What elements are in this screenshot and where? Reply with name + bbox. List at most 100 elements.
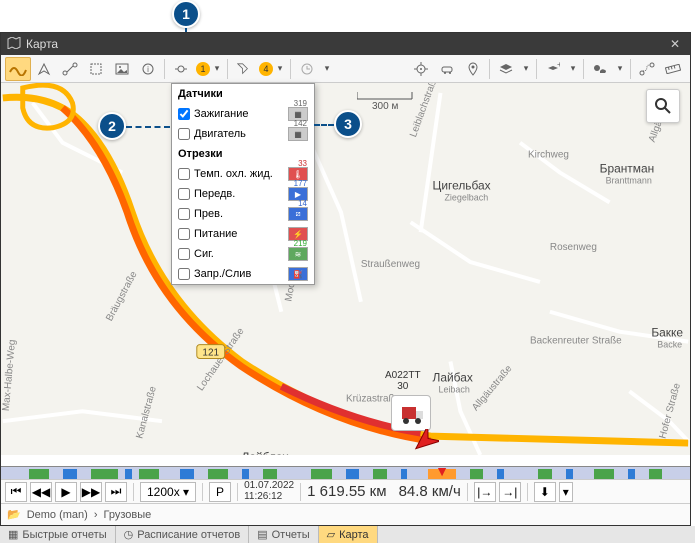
power-checkbox[interactable]	[178, 228, 190, 240]
ruler-button[interactable]	[660, 57, 686, 81]
callout-1: 1	[172, 0, 200, 28]
toolbar: i 1 ▾ 4 ▾ ▾ ▾ + ▾ ▾	[1, 55, 690, 83]
engine-checkbox[interactable]	[178, 128, 190, 140]
over-badge-icon: 14⧄	[288, 207, 308, 221]
nodes-button[interactable]	[57, 57, 83, 81]
direction-arrow-icon	[411, 429, 439, 455]
svg-text:+: +	[557, 62, 560, 69]
history-button[interactable]	[294, 57, 320, 81]
svg-text:Ziegelbach: Ziegelbach	[444, 192, 488, 202]
sensors-button[interactable]	[168, 57, 194, 81]
dropdown-item-fuel[interactable]: Запр./Слив ⛽	[172, 264, 314, 284]
play-button[interactable]: ▶	[55, 482, 77, 502]
direction-button[interactable]	[31, 57, 57, 81]
ignition-label: Зажигание	[194, 108, 249, 120]
map-canvas[interactable]: Straußenweg Rosenweg Kirchweg Backenreut…	[1, 83, 690, 455]
callout-3-line	[314, 124, 334, 126]
tab-quick-reports[interactable]: ▦Быстрые отчеты	[0, 526, 116, 543]
engine-label: Двигатель	[194, 128, 246, 140]
download-button[interactable]: ⬇	[534, 482, 556, 502]
layers-plus-button[interactable]: +	[540, 57, 566, 81]
skip-end-button[interactable]: ⏭	[105, 482, 127, 502]
skip-start-button[interactable]: ⏮	[5, 482, 27, 502]
playback-distance: 1 619.55 км	[307, 483, 386, 500]
coolant-label: Темп. охл. жид.	[194, 168, 273, 180]
callout-2: 2	[98, 112, 126, 140]
tags-badge: 4	[259, 62, 273, 76]
history-dropdown-arrow[interactable]: ▾	[320, 57, 334, 81]
signal-checkbox[interactable]	[178, 248, 190, 260]
dropdown-item-signal[interactable]: Сиг. 219≋	[172, 244, 314, 264]
close-button[interactable]: ✕	[670, 37, 684, 51]
svg-text:Rosenweg: Rosenweg	[550, 242, 597, 253]
over-checkbox[interactable]	[178, 208, 190, 220]
weather-button[interactable]	[587, 57, 613, 81]
park-button[interactable]: P	[209, 482, 231, 502]
callout-3: 3	[334, 110, 362, 138]
titlebar: Карта ✕	[1, 33, 690, 55]
breadcrumb-lvl1[interactable]: Demo (man)	[27, 509, 88, 521]
ignition-checkbox[interactable]	[178, 108, 190, 120]
svg-text:i: i	[147, 65, 149, 74]
report-icon: ▦	[8, 528, 18, 541]
doc-icon: ▤	[257, 528, 267, 541]
route-button[interactable]	[634, 57, 660, 81]
breadcrumb-lvl2[interactable]: Грузовые	[104, 509, 152, 521]
svg-text:Бакке: Бакке	[651, 326, 683, 340]
fuel-checkbox[interactable]	[178, 268, 190, 280]
target-button[interactable]	[408, 57, 434, 81]
sensors-dropdown-panel: Датчики Зажигание 319▦ Двигатель 142▦ От…	[171, 83, 315, 285]
coolant-checkbox[interactable]	[178, 168, 190, 180]
playback-speed-value: 84.8 км/ч	[399, 483, 461, 500]
callout-2-line	[126, 126, 170, 128]
dropdown-section-segments: Отрезки	[172, 144, 314, 164]
svg-text:Kirchweg: Kirchweg	[528, 150, 569, 161]
dropdown-item-move[interactable]: Передв. 177▶	[172, 184, 314, 204]
track-shape-button[interactable]	[5, 57, 31, 81]
tab-reports[interactable]: ▤Отчеты	[249, 526, 318, 543]
tab-report-schedule[interactable]: ◷Расписание отчетов	[116, 526, 250, 543]
layers-dropdown-arrow[interactable]: ▾	[519, 57, 533, 81]
engine-badge-icon: 142▦	[288, 127, 308, 141]
bounds-button[interactable]	[83, 57, 109, 81]
speed-select[interactable]: 1200x ▾	[140, 482, 196, 502]
pin-button[interactable]	[460, 57, 486, 81]
vehicle-marker[interactable]	[391, 395, 431, 431]
fuel-badge-icon: ⛽	[288, 267, 308, 281]
map-tab-icon: ▱	[327, 528, 335, 541]
tab-map[interactable]: ▱Карта	[319, 526, 378, 543]
svg-text:Kanalstraße: Kanalstraße	[134, 385, 159, 440]
scale-indicator: 300 м	[357, 89, 417, 106]
svg-text:Allgäustraße: Allgäustraße	[470, 363, 515, 413]
layers-plus-dropdown-arrow[interactable]: ▾	[566, 57, 580, 81]
tags-button[interactable]	[231, 57, 257, 81]
forward-button[interactable]: ▶▶	[80, 482, 102, 502]
info-button[interactable]: i	[135, 57, 161, 81]
sensors-dropdown-arrow[interactable]: ▾	[210, 57, 224, 81]
search-button[interactable]	[646, 89, 680, 123]
layers-button[interactable]	[493, 57, 519, 81]
svg-text:Straußenweg: Straußenweg	[361, 259, 420, 270]
svg-text:Лайбах: Лайбах	[433, 370, 473, 384]
svg-text:Max-Halbe-Weg: Max-Halbe-Weg	[1, 339, 18, 411]
map-svg: Straußenweg Rosenweg Kirchweg Backenreut…	[1, 83, 690, 455]
svg-text:Leibach: Leibach	[439, 384, 470, 394]
svg-text:Цигельбах: Цигельбах	[433, 178, 491, 192]
signal-badge-icon: 219≋	[288, 247, 308, 261]
move-label: Передв.	[194, 188, 235, 200]
tags-dropdown-arrow[interactable]: ▾	[273, 57, 287, 81]
dropdown-item-engine[interactable]: Двигатель 142▦	[172, 124, 314, 144]
vehicle-label: А022ТТ 30	[385, 370, 421, 392]
jump-next-button[interactable]: |→	[474, 482, 496, 502]
download-dropdown-arrow[interactable]: ▾	[559, 482, 573, 502]
dropdown-item-over[interactable]: Прев. 14⧄	[172, 204, 314, 224]
move-checkbox[interactable]	[178, 188, 190, 200]
timeline[interactable]: ▼	[1, 466, 690, 480]
image-button[interactable]	[109, 57, 135, 81]
svg-text:121: 121	[202, 348, 219, 359]
rewind-button[interactable]: ◀◀	[30, 482, 52, 502]
weather-dropdown-arrow[interactable]: ▾	[613, 57, 627, 81]
vehicle-button[interactable]	[434, 57, 460, 81]
jump-end-button[interactable]: →|	[499, 482, 521, 502]
map-icon	[7, 37, 21, 52]
